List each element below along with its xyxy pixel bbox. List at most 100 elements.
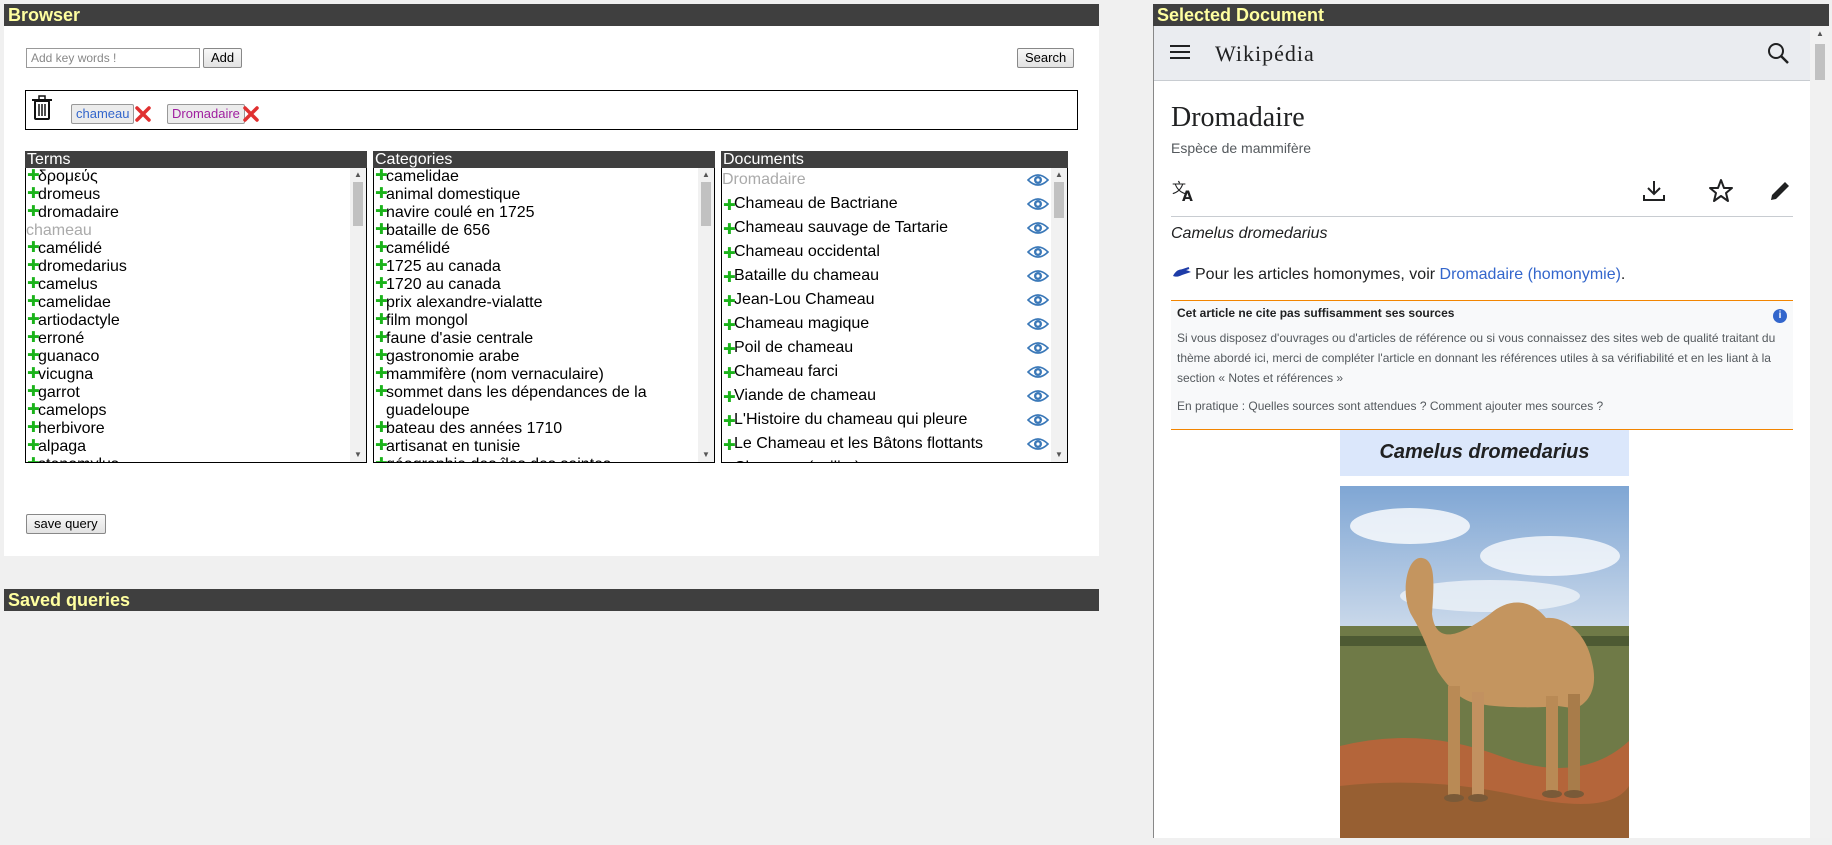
document-item[interactable]: ✚ Bataille du chameau [722, 264, 1051, 288]
category-item[interactable]: ✚ bataille de 656 [374, 221, 698, 240]
add-plus-icon[interactable]: ✚ [27, 311, 40, 329]
category-item[interactable]: ✚ animal domestique [374, 185, 698, 204]
scroll-down-arrow-icon[interactable]: ▼ [350, 448, 366, 462]
view-eye-icon[interactable] [1027, 412, 1049, 428]
add-plus-icon[interactable]: ✚ [723, 458, 736, 462]
category-item[interactable]: ✚ prix alexandre-vialatte [374, 293, 698, 312]
add-plus-icon[interactable]: ✚ [27, 275, 40, 293]
view-eye-icon[interactable] [1027, 196, 1049, 212]
document-item[interactable]: ✚ L'Histoire du chameau qui pleure [722, 408, 1051, 432]
add-plus-icon[interactable]: ✚ [27, 185, 40, 203]
document-item[interactable]: ✚ Poil de chameau [722, 336, 1051, 360]
view-eye-icon[interactable] [1027, 292, 1049, 308]
view-eye-icon[interactable] [1027, 460, 1049, 462]
category-item[interactable]: ✚ 1725 au canada [374, 257, 698, 276]
add-plus-icon[interactable]: ✚ [27, 293, 40, 311]
add-plus-icon[interactable]: ✚ [27, 239, 40, 257]
wikipedia-logo[interactable]: Wikipédia [1215, 41, 1315, 67]
add-plus-icon[interactable]: ✚ [723, 266, 736, 290]
document-item[interactable]: ✚ Jean-Lou Chameau [722, 288, 1051, 312]
document-scrollbar[interactable]: ▲ [1810, 26, 1830, 838]
document-item[interactable]: Dromadaire [722, 168, 1051, 192]
document-item[interactable]: ✚ Chameau de Bactriane [722, 192, 1051, 216]
scroll-down-arrow-icon[interactable]: ▼ [698, 448, 714, 462]
add-plus-icon[interactable]: ✚ [375, 455, 388, 462]
add-plus-icon[interactable]: ✚ [27, 329, 40, 347]
category-item[interactable]: ✚ camélidé [374, 239, 698, 258]
category-item[interactable]: ✚ gastronomie arabe [374, 347, 698, 366]
add-plus-icon[interactable]: ✚ [27, 365, 40, 383]
add-plus-icon[interactable]: ✚ [723, 386, 736, 410]
document-item[interactable]: ✚ Chameau occidental [722, 240, 1051, 264]
keyword-input[interactable] [26, 48, 200, 68]
category-item[interactable]: ✚ faune d'asie centrale [374, 329, 698, 348]
view-eye-icon[interactable] [1027, 244, 1049, 260]
add-plus-icon[interactable]: ✚ [723, 290, 736, 314]
add-plus-icon[interactable]: ✚ [723, 434, 736, 458]
term-item[interactable]: ✚ erroné [26, 329, 350, 348]
term-item[interactable]: ✚ alpaga [26, 437, 350, 456]
add-plus-icon[interactable]: ✚ [723, 362, 736, 386]
add-plus-icon[interactable]: ✚ [27, 437, 40, 455]
categories-list[interactable]: ✚ camelidae ✚ animal domestique ✚ navire coul… [373, 168, 715, 463]
scroll-up-arrow-icon[interactable]: ▲ [350, 168, 366, 182]
document-item[interactable]: ✚ Chameau magique [722, 312, 1051, 336]
add-plus-icon[interactable]: ✚ [723, 410, 736, 434]
add-plus-icon[interactable]: ✚ [27, 347, 40, 365]
category-item[interactable]: ✚ navire coulé en 1725 [374, 203, 698, 222]
document-item[interactable]: ✚ Le Chameau et les Bâtons flottants [722, 432, 1051, 456]
view-eye-icon[interactable] [1027, 220, 1049, 236]
add-plus-icon[interactable]: ✚ [723, 194, 736, 218]
search-button[interactable]: Search [1017, 48, 1075, 68]
term-item[interactable]: ✚ camelidae [26, 293, 350, 312]
view-eye-icon[interactable] [1027, 316, 1049, 332]
query-tag[interactable]: Dromadaire [167, 104, 245, 124]
category-item[interactable]: ✚ sommet dans les dépendances de la guade… [374, 383, 698, 420]
term-item[interactable]: ✚ camelops [26, 401, 350, 420]
hamburger-menu-icon[interactable] [1170, 44, 1190, 60]
category-item[interactable]: ✚ 1720 au canada [374, 275, 698, 294]
category-item[interactable]: ✚ camelidae [374, 168, 698, 186]
documents-list[interactable]: Dromadaire ✚ Chameau de Bactriane ✚ Chameau … [721, 168, 1068, 463]
term-item[interactable]: ✚ δρομεύς [26, 168, 350, 186]
term-item[interactable]: ✚ artiodactyle [26, 311, 350, 330]
add-plus-icon[interactable]: ✚ [375, 383, 388, 401]
add-plus-icon[interactable]: ✚ [375, 293, 388, 311]
term-item[interactable]: ✚ herbivore [26, 419, 350, 438]
add-plus-icon[interactable]: ✚ [375, 239, 388, 257]
add-plus-icon[interactable]: ✚ [27, 257, 40, 275]
homonym-link[interactable]: Dromadaire (homonymie) [1440, 266, 1621, 283]
terms-list[interactable]: ✚ δρομεύς ✚ dromeus ✚ dromadaire chameau ✚ camél… [25, 168, 367, 463]
view-eye-icon[interactable] [1027, 340, 1049, 356]
term-item[interactable]: ✚ dromedarius [26, 257, 350, 276]
category-item[interactable]: ✚géographie des îles des saintes [374, 455, 698, 462]
add-plus-icon[interactable]: ✚ [375, 329, 388, 347]
category-item[interactable]: ✚ mammifère (nom vernaculaire) [374, 365, 698, 384]
term-item[interactable]: ✚ garrot [26, 383, 350, 402]
add-plus-icon[interactable]: ✚ [723, 218, 736, 242]
scroll-up-arrow-icon[interactable]: ▲ [698, 168, 714, 182]
document-item[interactable]: ✚ Chameau farci [722, 360, 1051, 384]
add-button[interactable]: Add [203, 48, 243, 68]
term-item[interactable]: ✚ dromeus [26, 185, 350, 204]
scroll-up-arrow-icon[interactable]: ▲ [1051, 168, 1067, 182]
add-plus-icon[interactable]: ✚ [375, 437, 388, 455]
view-eye-icon[interactable] [1027, 268, 1049, 284]
add-plus-icon[interactable]: ✚ [375, 275, 388, 293]
add-plus-icon[interactable]: ✚ [375, 347, 388, 365]
view-eye-icon[interactable] [1027, 436, 1049, 452]
remove-tag-icon[interactable] [242, 105, 260, 123]
add-plus-icon[interactable]: ✚ [27, 383, 40, 401]
save-query-button[interactable]: save query [26, 514, 106, 534]
view-eye-icon[interactable] [1027, 388, 1049, 404]
camel-photo[interactable] [1340, 486, 1629, 838]
category-item[interactable]: ✚ artisanat en tunisie [374, 437, 698, 456]
document-item[interactable]: ✚Chameau (voilier) [722, 456, 1051, 462]
term-item[interactable]: ✚ camelus [26, 275, 350, 294]
query-tag[interactable]: chameau [71, 104, 135, 124]
notice-footer[interactable]: En pratique : Quelles sources sont atten… [1177, 396, 1787, 416]
add-plus-icon[interactable]: ✚ [375, 168, 388, 185]
download-icon[interactable] [1641, 178, 1667, 204]
add-plus-icon[interactable]: ✚ [723, 242, 736, 266]
view-eye-icon[interactable] [1027, 172, 1049, 188]
